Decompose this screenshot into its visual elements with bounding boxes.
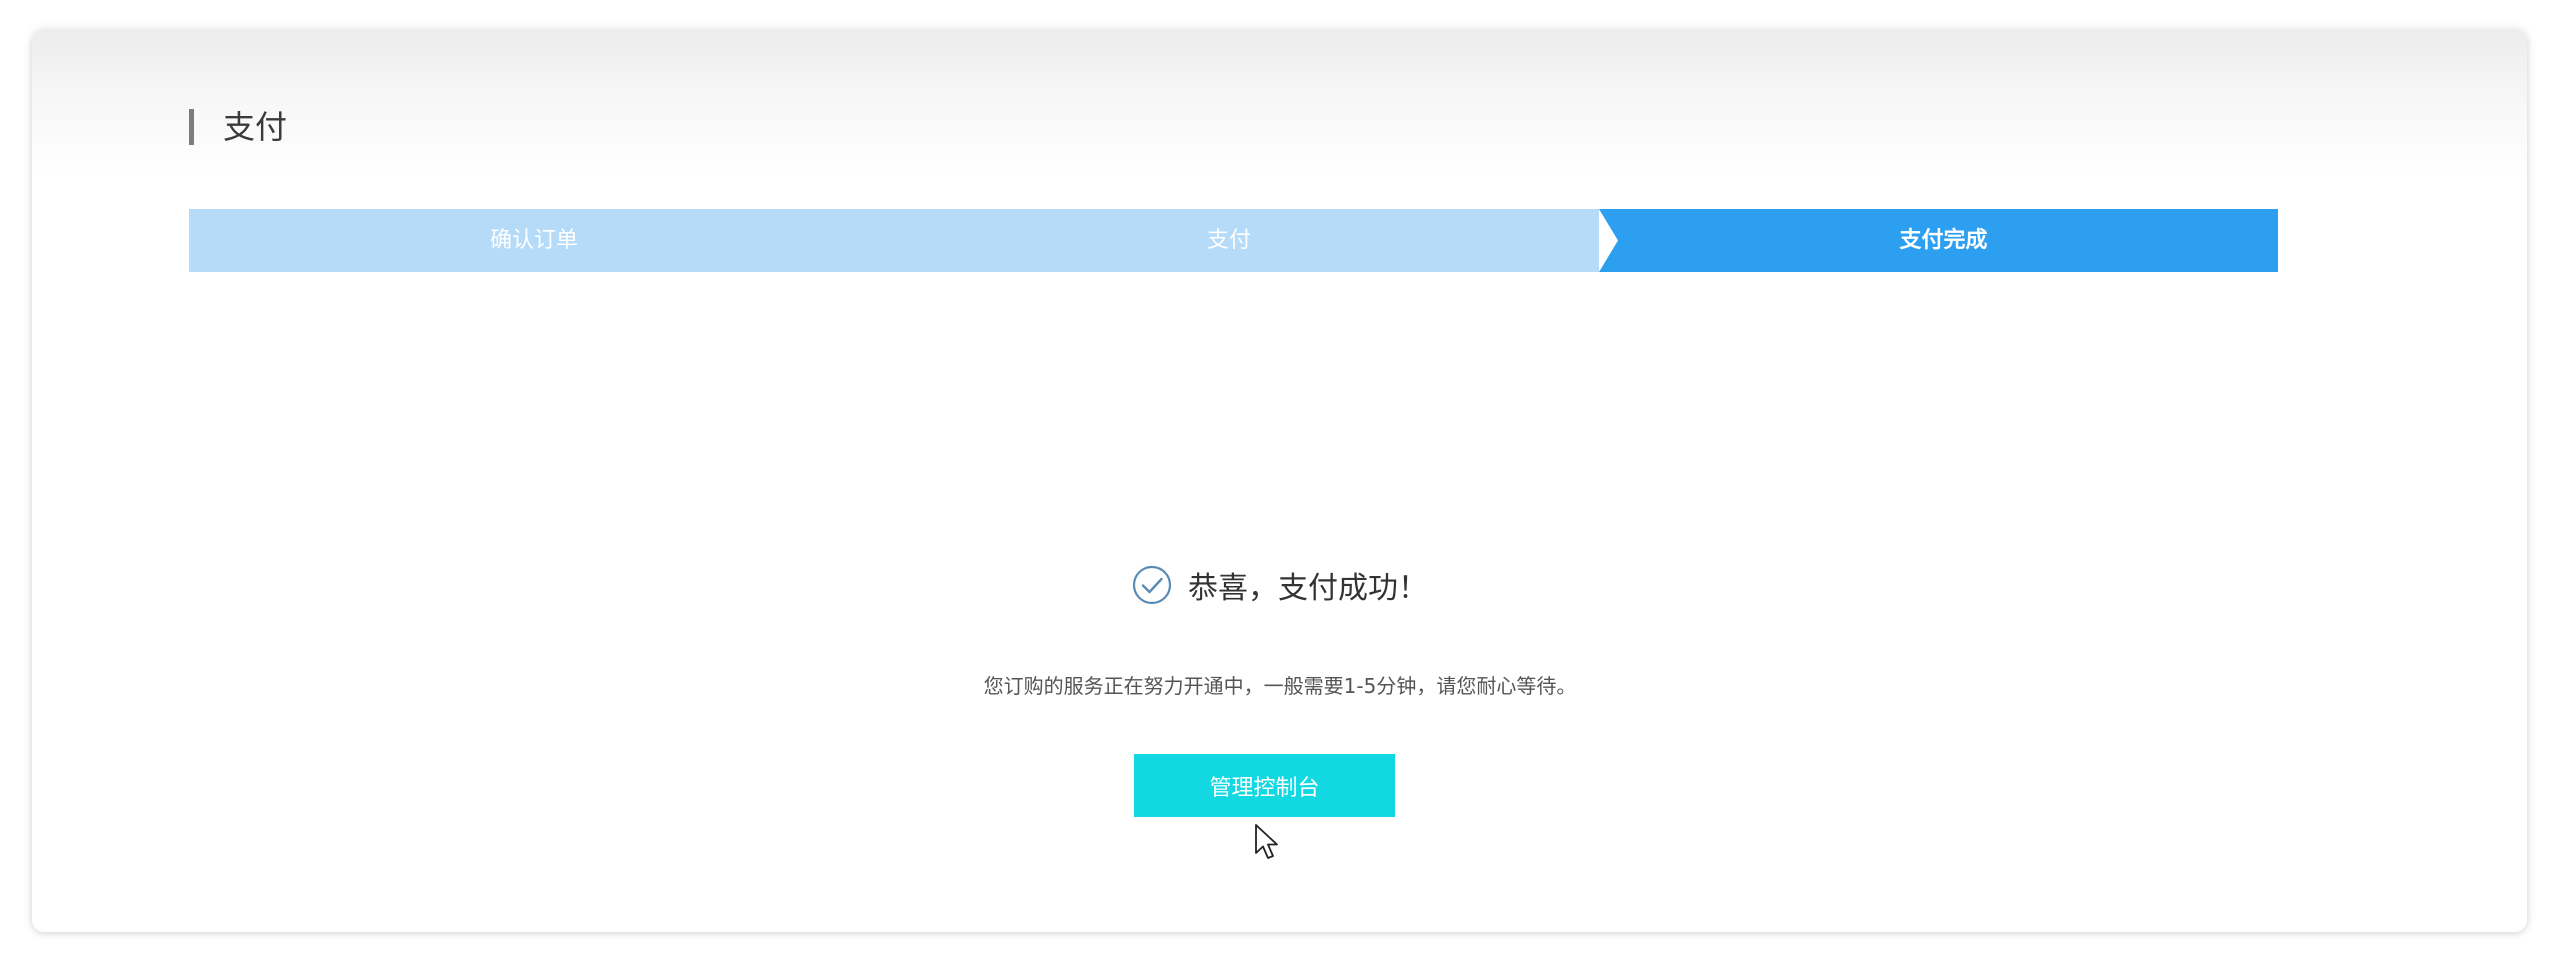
step-confirm-order: 确认订单 <box>489 228 578 253</box>
step-pay: 支付 <box>1206 228 1251 253</box>
mouse-cursor-icon <box>1255 824 1278 859</box>
success-message: 恭喜，支付成功！ <box>1188 571 1428 606</box>
screen: 支付 确认订单 支付 支付完成 恭喜，支付成功！ 您订购的服务正在努力开通中，一… <box>0 0 2560 964</box>
progress-steps: 确认订单 支付 支付完成 <box>189 209 2278 272</box>
manage-console-button[interactable]: 管理控制台 <box>1134 754 1395 817</box>
check-circle-icon <box>1132 565 1172 605</box>
page-title: 支付 <box>223 108 288 146</box>
title-accent-bar <box>189 109 194 145</box>
section-header: 支付 <box>189 107 287 147</box>
step-pay-complete: 支付完成 <box>1899 228 1988 253</box>
result-header: 恭喜，支付成功！ <box>0 560 2560 610</box>
activation-notice: 您订购的服务正在努力开通中，一般需要1-5分钟，请您耐心等待。 <box>983 674 1577 698</box>
